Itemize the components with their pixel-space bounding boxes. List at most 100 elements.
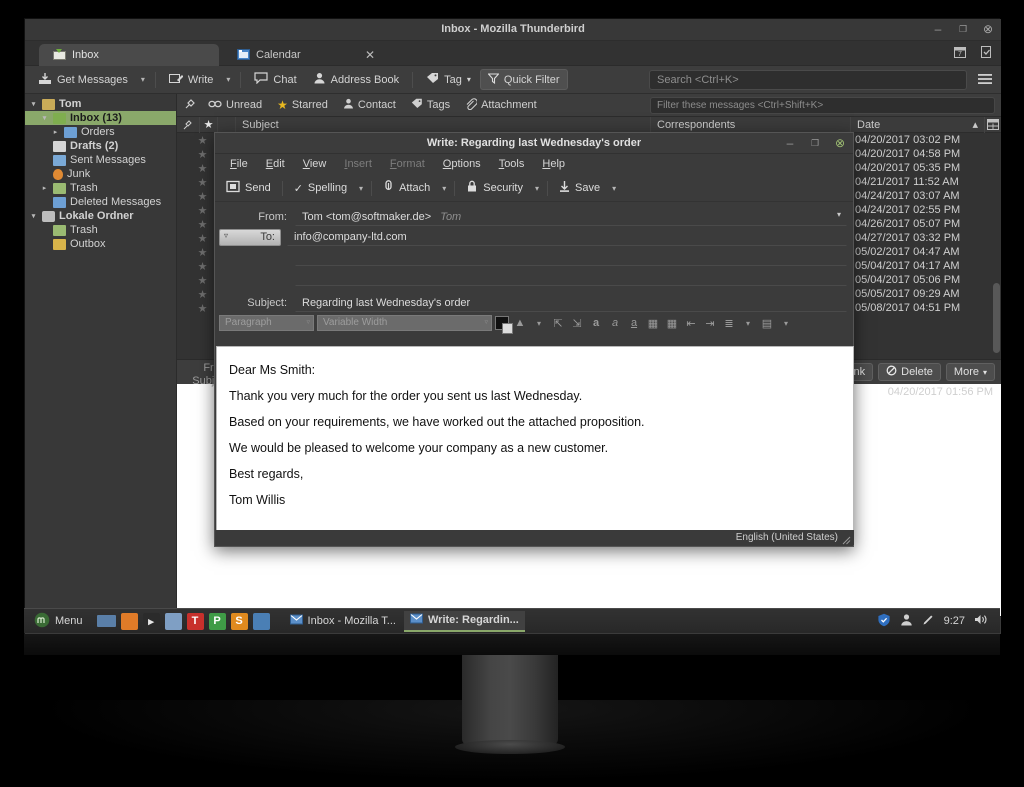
folder-item-orders[interactable]: ▸ Orders (25, 125, 176, 139)
filter-starred-button[interactable]: ★ Starred (271, 96, 334, 114)
folder-twisty-icon[interactable]: ▾ (29, 212, 38, 220)
folder-item-junk[interactable]: Junk (25, 167, 176, 181)
row-star-icon[interactable]: ★ (191, 134, 214, 147)
row-star-icon[interactable]: ★ (191, 204, 214, 217)
column-star[interactable]: ★ (200, 116, 218, 133)
folder-twisty-icon[interactable]: ▸ (51, 128, 60, 136)
clock-label[interactable]: 9:27 (944, 615, 965, 627)
taskbar-window-button[interactable]: Write: Regardin... (403, 610, 525, 632)
row-star-icon[interactable]: ★ (191, 246, 214, 259)
row-star-icon[interactable]: ★ (191, 148, 214, 161)
tab-calendar[interactable]: Calendar (223, 44, 315, 66)
filter-contact-button[interactable]: Contact (337, 96, 402, 114)
minimize-button[interactable]: – (931, 22, 945, 36)
align-icon[interactable]: ≣ (721, 316, 737, 331)
row-star-icon[interactable]: ★ (191, 302, 214, 315)
resize-grip-icon[interactable] (839, 533, 851, 545)
from-dropdown-arrow[interactable]: ▾ (837, 210, 841, 219)
security-dropdown[interactable]: ▾ (531, 178, 543, 199)
column-attachment[interactable] (218, 116, 236, 133)
calendar-day-icon[interactable]: 7 (953, 45, 967, 62)
row-star-icon[interactable]: ★ (191, 218, 214, 231)
column-picker-icon[interactable] (985, 117, 1001, 133)
indent-icon[interactable]: ⇥ (702, 316, 718, 331)
highlight-chevron-down-icon[interactable]: ▾ (531, 316, 547, 331)
bold-icon[interactable]: a (588, 316, 604, 331)
presentations-icon[interactable]: S (230, 612, 248, 630)
tasks-icon[interactable] (979, 45, 993, 62)
write-dropdown[interactable]: ▾ (222, 69, 234, 90)
numbered-list-icon[interactable]: ▦ (664, 316, 680, 331)
tag-button[interactable]: Tag ▾ (419, 69, 478, 90)
more-button[interactable]: More ▾ (945, 363, 995, 381)
get-messages-button[interactable]: Get Messages (31, 69, 135, 90)
files-icon[interactable] (164, 612, 182, 630)
compose-maximize-button[interactable]: ❐ (808, 136, 822, 150)
underline-icon[interactable]: a (626, 316, 642, 331)
compose-minimize-button[interactable]: – (783, 136, 797, 150)
decrease-indent-icon[interactable]: ⇱ (550, 316, 566, 331)
bulleted-list-icon[interactable]: ▦ (645, 316, 661, 331)
update-shield-icon[interactable] (877, 613, 891, 630)
folder-item-lokale-ordner[interactable]: ▾ Lokale Ordner (25, 209, 176, 223)
to-input[interactable]: info@company-ltd.com (287, 228, 847, 246)
folder-item-outbox[interactable]: Outbox (25, 237, 176, 251)
highlight-color-icon[interactable]: ▲ (512, 316, 528, 331)
folder-item-tom[interactable]: ▾ Tom (25, 97, 176, 111)
insert-icon[interactable]: ▤ (759, 316, 775, 331)
filter-messages-input[interactable]: Filter these messages <Ctrl+Shift+K> (650, 97, 995, 114)
compose-close-button[interactable]: ⊗ (833, 136, 847, 150)
italic-icon[interactable]: a (607, 316, 623, 331)
write-button[interactable]: Write (162, 69, 220, 90)
column-thread[interactable] (177, 116, 200, 133)
from-select[interactable]: Tom <tom@softmaker.de> Tom ▾ (295, 208, 847, 226)
firefox-icon[interactable] (120, 612, 138, 630)
close-button[interactable]: ⊗ (981, 22, 995, 36)
spelling-button[interactable]: ✓ Spelling (287, 178, 354, 198)
pen-icon[interactable] (922, 613, 935, 629)
planmaker-icon[interactable]: P (208, 612, 226, 630)
tab-close-button[interactable]: ✕ (365, 48, 375, 62)
user-account-icon[interactable] (900, 613, 913, 629)
folder-item-sent-messages[interactable]: Sent Messages (25, 153, 176, 167)
folder-twisty-icon[interactable]: ▸ (40, 184, 49, 192)
save-button[interactable]: Save (552, 178, 607, 198)
recipient-3-input[interactable] (295, 268, 847, 286)
attach-dropdown[interactable]: ▾ (438, 178, 450, 199)
recipient-2-input[interactable] (295, 248, 847, 266)
compose-menu-view[interactable]: View (294, 156, 336, 173)
address-book-button[interactable]: Address Book (306, 69, 406, 90)
search-input[interactable]: Search <Ctrl+K> (649, 70, 967, 90)
align-chevron-down-icon[interactable]: ▾ (740, 316, 756, 331)
row-star-icon[interactable]: ★ (191, 162, 214, 175)
tag-dropdown-arrow[interactable]: ▾ (467, 75, 471, 84)
pin-icon[interactable] (181, 98, 199, 113)
row-star-icon[interactable]: ★ (191, 274, 214, 287)
folder-item-trash[interactable]: Trash (25, 223, 176, 237)
volume-icon[interactable] (974, 613, 989, 629)
quick-filter-button[interactable]: Quick Filter (479, 69, 568, 90)
folder-item-drafts-2[interactable]: Drafts (2) (25, 139, 176, 153)
save-dropdown[interactable]: ▾ (608, 178, 620, 199)
thunderbird-icon[interactable] (252, 612, 270, 630)
text-color-swatch[interactable] (495, 316, 513, 334)
increase-indent-icon[interactable]: ⇲ (569, 316, 585, 331)
start-menu-button[interactable]: Menu (28, 611, 89, 632)
compose-menu-tools[interactable]: Tools (490, 156, 534, 173)
insert-chevron-down-icon[interactable]: ▾ (778, 316, 794, 331)
row-star-icon[interactable]: ★ (191, 190, 214, 203)
compose-message-body[interactable]: Dear Ms Smith: Thank you very much for th… (216, 346, 854, 531)
folder-twisty-icon[interactable]: ▾ (40, 114, 49, 122)
to-type-selector[interactable]: ▿ To: (219, 228, 281, 246)
paragraph-style-select[interactable]: Paragraph ▿ (219, 315, 314, 331)
compose-menu-help[interactable]: Help (533, 156, 574, 173)
row-star-icon[interactable]: ★ (191, 260, 214, 273)
subject-input[interactable]: Regarding last Wednesday's order (295, 294, 847, 312)
taskbar-window-button[interactable]: Inbox - Mozilla T... (284, 611, 402, 632)
delete-button[interactable]: Delete (878, 363, 941, 381)
folder-item-deleted-messages[interactable]: Deleted Messages (25, 195, 176, 209)
row-star-icon[interactable]: ★ (191, 176, 214, 189)
outdent-icon[interactable]: ⇤ (683, 316, 699, 331)
spelling-dropdown[interactable]: ▾ (355, 178, 367, 199)
filter-tags-button[interactable]: Tags (405, 96, 456, 114)
